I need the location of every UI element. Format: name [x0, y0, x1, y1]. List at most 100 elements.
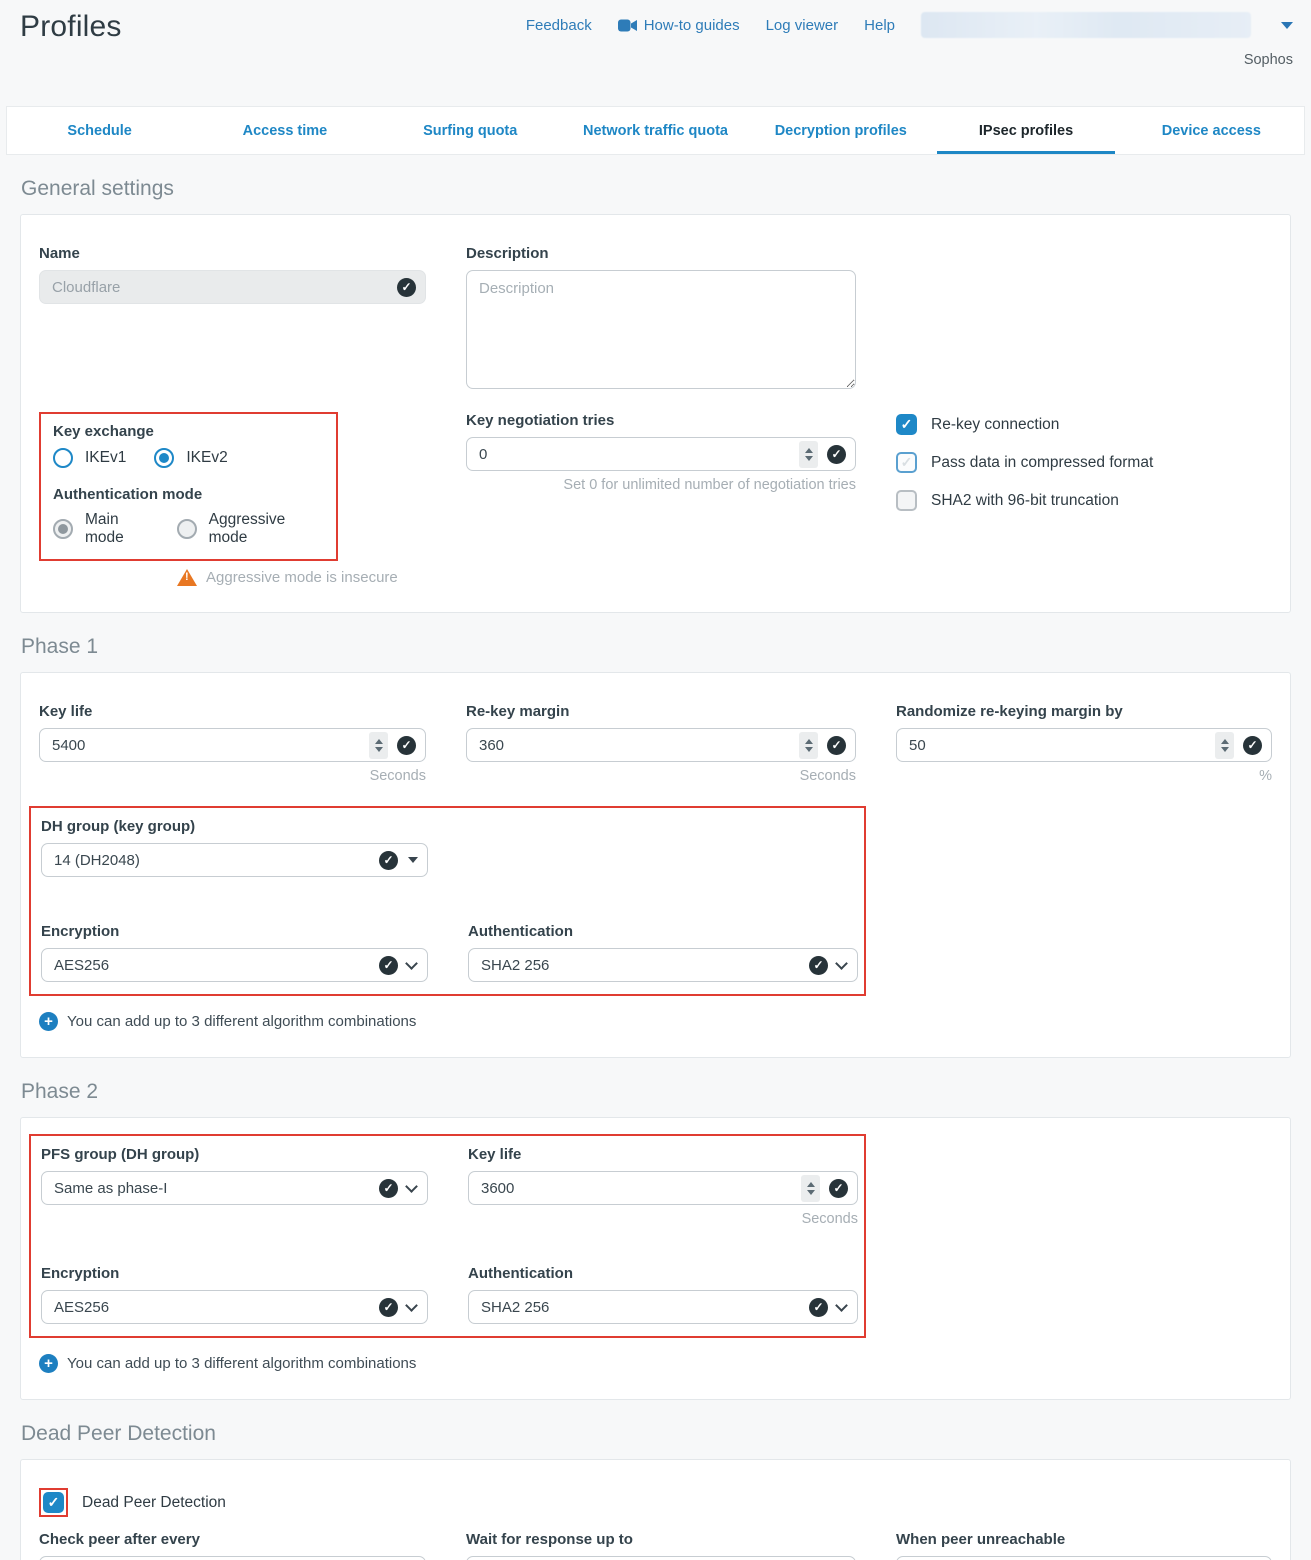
help-link[interactable]: Help: [864, 17, 895, 34]
description-input[interactable]: [466, 270, 856, 389]
phase2-encryption-field: Encryption AES256 ✓: [41, 1265, 428, 1324]
chevron-down-icon: [405, 1180, 418, 1193]
phase2-encryption-select[interactable]: AES256 ✓: [41, 1290, 428, 1324]
number-stepper[interactable]: [1215, 732, 1234, 759]
phase2-heading: Phase 2: [21, 1080, 1311, 1104]
phase1-encryption-field: Encryption AES256 ✓: [41, 923, 428, 982]
ikev1-label[interactable]: IKEv1: [85, 449, 126, 467]
key-exchange-label: Key exchange: [53, 423, 324, 440]
phase1-add-combination-note: + You can add up to 3 different algorith…: [39, 1012, 1272, 1031]
dpd-check-peer-field: Check peer after every 30 ✓ Seconds: [39, 1531, 426, 1560]
phase2-pfs-group-field: PFS group (DH group) Same as phase-I ✓: [41, 1146, 428, 1227]
phase2-key-life-input[interactable]: 3600 ✓: [468, 1171, 858, 1205]
aggressive-mode-radio[interactable]: [177, 519, 197, 539]
phase2-authentication-field: Authentication SHA2 256 ✓: [468, 1265, 858, 1324]
chevron-down-icon[interactable]: [1281, 22, 1293, 29]
phase1-randomize-input[interactable]: 50 ✓: [896, 728, 1272, 762]
phase1-heading: Phase 1: [21, 635, 1311, 659]
valid-check-icon: ✓: [379, 956, 398, 975]
phase2-authentication-select[interactable]: SHA2 256 ✓: [468, 1290, 858, 1324]
name-input[interactable]: Cloudflare ✓: [39, 270, 426, 304]
tab-access-time[interactable]: Access time: [192, 107, 377, 154]
phase1-authentication-field: Authentication SHA2 256 ✓: [468, 923, 858, 982]
number-stepper[interactable]: [799, 441, 818, 468]
valid-check-icon: ✓: [379, 851, 398, 870]
tab-ipsec-profiles[interactable]: IPsec profiles: [933, 107, 1118, 154]
dpd-unreachable-field: When peer unreachable Re-initiate ✓: [896, 1531, 1272, 1560]
valid-check-icon: ✓: [809, 1298, 828, 1317]
dpd-checkbox[interactable]: ✓: [43, 1492, 64, 1513]
dpd-unreachable-select[interactable]: Re-initiate ✓: [896, 1556, 1272, 1560]
valid-check-icon: ✓: [827, 445, 846, 464]
sha2-truncation-checkbox[interactable]: ✓: [896, 490, 917, 511]
video-camera-icon: [618, 19, 637, 32]
phase2-pfs-group-select[interactable]: Same as phase-I ✓: [41, 1171, 428, 1205]
device-selector[interactable]: [921, 12, 1251, 38]
feedback-link[interactable]: Feedback: [526, 17, 592, 34]
main-mode-radio[interactable]: [53, 519, 73, 539]
pass-compressed-checkbox[interactable]: ✓: [896, 452, 917, 473]
aggressive-mode-warning: Aggressive mode is insecure: [177, 569, 426, 586]
phase1-algorithms-highlight-box: DH group (key group) 14 (DH2048) ✓ Encry…: [29, 806, 866, 996]
valid-check-icon: ✓: [827, 736, 846, 755]
tab-schedule[interactable]: Schedule: [7, 107, 192, 154]
dpd-wait-input[interactable]: 120 ✓: [466, 1556, 856, 1560]
dpd-wait-field: Wait for response up to 120 ✓ Seconds: [466, 1531, 856, 1560]
add-icon[interactable]: +: [39, 1354, 58, 1373]
phase1-randomize-field: Randomize re-keying margin by 50 ✓ %: [896, 703, 1272, 784]
phase1-key-life-field: Key life 5400 ✓ Seconds: [39, 703, 426, 784]
log-viewer-link[interactable]: Log viewer: [766, 17, 839, 34]
main-mode-label[interactable]: Main mode: [85, 511, 149, 547]
key-negotiation-help: Set 0 for unlimited number of negotiatio…: [466, 477, 856, 493]
ikev1-radio[interactable]: [53, 448, 73, 468]
dpd-check-peer-input[interactable]: 30 ✓: [39, 1556, 426, 1560]
page-header: Profiles Feedback How-to guides Log view…: [0, 0, 1311, 100]
dpd-heading: Dead Peer Detection: [21, 1422, 1311, 1446]
valid-check-icon: ✓: [1243, 736, 1262, 755]
auth-mode-label: Authentication mode: [53, 486, 324, 503]
phase1-authentication-select[interactable]: SHA2 256 ✓: [468, 948, 858, 982]
general-settings-heading: General settings: [21, 177, 1311, 201]
dpd-checkbox-highlight-box: ✓: [39, 1488, 68, 1517]
add-icon[interactable]: +: [39, 1012, 58, 1031]
phase2-algorithms-highlight-box: PFS group (DH group) Same as phase-I ✓ K…: [29, 1134, 866, 1338]
key-negotiation-field: Key negotiation tries 0 ✓ Set 0 for unli…: [466, 412, 856, 586]
rekey-connection-label[interactable]: Re-key connection: [931, 416, 1059, 434]
tab-device-access[interactable]: Device access: [1119, 107, 1304, 154]
ikev2-radio[interactable]: [154, 448, 174, 468]
number-stepper[interactable]: [799, 732, 818, 759]
valid-check-icon: ✓: [379, 1179, 398, 1198]
dpd-checkbox-label[interactable]: Dead Peer Detection: [82, 1494, 226, 1512]
tab-decryption-profiles[interactable]: Decryption profiles: [748, 107, 933, 154]
chevron-down-icon: [835, 957, 848, 970]
phase1-dh-group-select[interactable]: 14 (DH2048) ✓: [41, 843, 428, 877]
key-exchange-highlight-box: Key exchange IKEv1 IKEv2 Authentication …: [39, 412, 338, 561]
phase1-key-life-input[interactable]: 5400 ✓: [39, 728, 426, 762]
ikev2-label[interactable]: IKEv2: [186, 449, 227, 467]
options-group: ✓ Re-key connection ✓ Pass data in compr…: [896, 412, 1272, 586]
rekey-connection-checkbox[interactable]: ✓: [896, 414, 917, 435]
tab-network-traffic-quota[interactable]: Network traffic quota: [563, 107, 748, 154]
tab-surfing-quota[interactable]: Surfing quota: [378, 107, 563, 154]
header-right: Feedback How-to guides Log viewer Help S…: [526, 12, 1293, 68]
warning-icon: [177, 569, 197, 586]
chevron-down-icon: [405, 1299, 418, 1312]
key-negotiation-input[interactable]: 0 ✓: [466, 437, 856, 471]
number-stepper[interactable]: [369, 732, 388, 759]
caret-down-icon: [408, 857, 418, 863]
howto-guides-link[interactable]: How-to guides: [618, 17, 740, 34]
valid-check-icon: ✓: [397, 278, 416, 297]
key-negotiation-label: Key negotiation tries: [466, 412, 856, 429]
pass-compressed-label[interactable]: Pass data in compressed format: [931, 454, 1153, 472]
phase1-encryption-select[interactable]: AES256 ✓: [41, 948, 428, 982]
number-stepper[interactable]: [801, 1175, 820, 1202]
tab-bar: Schedule Access time Surfing quota Netwo…: [6, 106, 1305, 155]
name-label: Name: [39, 245, 426, 262]
aggressive-mode-label[interactable]: Aggressive mode: [209, 511, 308, 547]
phase1-dh-group-field: DH group (key group) 14 (DH2048) ✓: [41, 818, 428, 877]
general-settings-panel: Name Cloudflare ✓ Description Key exchan…: [20, 214, 1291, 613]
phase1-rekey-margin-input[interactable]: 360 ✓: [466, 728, 856, 762]
sha2-truncation-label[interactable]: SHA2 with 96-bit truncation: [931, 492, 1119, 510]
description-field: Description: [466, 245, 856, 394]
valid-check-icon: ✓: [397, 736, 416, 755]
